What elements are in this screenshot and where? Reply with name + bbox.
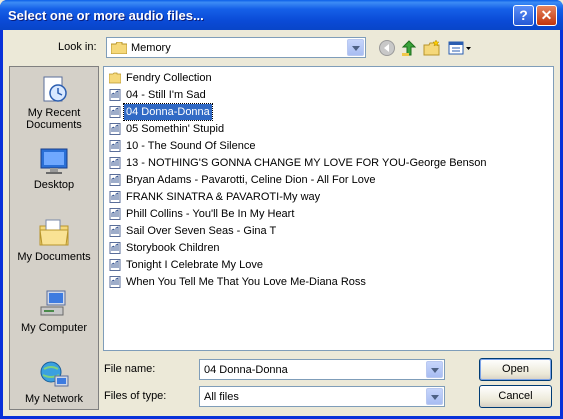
audio-file-icon xyxy=(109,123,121,135)
views-menu-icon[interactable] xyxy=(448,39,472,57)
window-title: Select one or more audio files... xyxy=(8,8,204,23)
folder-icon xyxy=(109,72,121,84)
files-of-type-value: All files xyxy=(204,391,239,403)
file-name: 10 - The Sound Of Silence xyxy=(126,140,256,152)
file-name: FRANK SINATRA & PAVAROTI-My way xyxy=(126,191,321,203)
files-of-type-label: Files of type: xyxy=(104,390,167,402)
place-label: My Recent Documents xyxy=(26,107,82,131)
file-name: Fendry Collection xyxy=(126,72,212,84)
cancel-button[interactable]: Cancel xyxy=(479,385,552,408)
audio-file-icon xyxy=(109,191,121,203)
help-button[interactable]: ? xyxy=(513,5,534,26)
file-list[interactable]: Fendry Collection 04 - Still I'm Sad 04 … xyxy=(103,66,554,351)
file-name: Sail Over Seven Seas - Gina T xyxy=(126,225,277,237)
place-desktop[interactable]: Desktop xyxy=(10,145,98,191)
place-label: My Documents xyxy=(17,251,91,263)
audio-file-icon xyxy=(109,242,121,254)
file-name-input[interactable]: 04 Donna-Donna xyxy=(199,359,445,380)
audio-file-icon xyxy=(109,174,121,186)
open-button[interactable]: Open xyxy=(479,358,552,381)
dialog-client: Look in: Memory My Recent Documents Desk… xyxy=(3,30,560,416)
file-name: Storybook Children xyxy=(126,242,220,254)
close-button[interactable]: ✕ xyxy=(536,5,557,26)
my-documents-icon xyxy=(39,219,69,246)
places-bar: My Recent Documents Desktop My Documents xyxy=(9,66,99,410)
file-name: 04 Donna-Donna xyxy=(123,103,213,121)
look-in-dropdown[interactable]: Memory xyxy=(106,37,366,58)
audio-file-icon xyxy=(109,140,121,152)
dialog-window: Select one or more audio files... ? ✕ Lo… xyxy=(0,0,563,419)
my-computer-icon xyxy=(40,290,66,316)
place-label: Desktop xyxy=(33,179,75,191)
folder-icon xyxy=(111,42,127,54)
look-in-label: Look in: xyxy=(58,41,97,53)
place-my-recent-documents[interactable]: My Recent Documents xyxy=(10,73,98,131)
audio-file-icon xyxy=(109,225,121,237)
desktop-icon xyxy=(40,148,68,174)
file-name: When You Tell Me That You Love Me-Diana … xyxy=(126,276,366,288)
file-name: Bryan Adams - Pavarotti, Celine Dion - A… xyxy=(126,174,376,186)
file-name: Phill Collins - You'll Be In My Heart xyxy=(126,208,295,220)
file-name-label: File name: xyxy=(104,363,156,375)
place-my-computer[interactable]: My Computer xyxy=(10,288,98,334)
audio-file-icon xyxy=(109,276,121,288)
file-name: 13 - NOTHING'S GONNA CHANGE MY LOVE FOR … xyxy=(126,157,487,169)
audio-file-icon xyxy=(109,259,121,271)
recent-documents-icon xyxy=(43,76,67,102)
back-icon[interactable] xyxy=(378,39,396,57)
look-in-value: Memory xyxy=(131,42,171,54)
place-my-network[interactable]: My Network xyxy=(10,359,98,405)
file-name: 05 Somethin' Stupid xyxy=(126,123,225,135)
audio-file-icon xyxy=(109,157,121,169)
chevron-down-icon[interactable] xyxy=(347,39,364,56)
place-my-documents[interactable]: My Documents xyxy=(10,217,98,263)
audio-file-icon xyxy=(109,106,121,118)
place-label: My Computer xyxy=(20,322,88,334)
chevron-down-icon[interactable] xyxy=(426,388,443,405)
chevron-down-icon[interactable] xyxy=(426,361,443,378)
my-network-icon xyxy=(40,361,69,387)
audio-file-icon xyxy=(109,89,121,101)
audio-file-icon xyxy=(109,208,121,220)
file-name-value: 04 Donna-Donna xyxy=(204,364,288,376)
place-label: My Network xyxy=(24,393,84,405)
new-folder-icon[interactable] xyxy=(423,39,441,57)
file-name: 04 - Still I'm Sad xyxy=(126,89,206,101)
up-folder-icon[interactable] xyxy=(400,39,418,57)
files-of-type-dropdown[interactable]: All files xyxy=(199,386,445,407)
file-name: Tonight I Celebrate My Love xyxy=(126,259,263,271)
title-bar[interactable]: Select one or more audio files... ? ✕ xyxy=(0,0,563,30)
